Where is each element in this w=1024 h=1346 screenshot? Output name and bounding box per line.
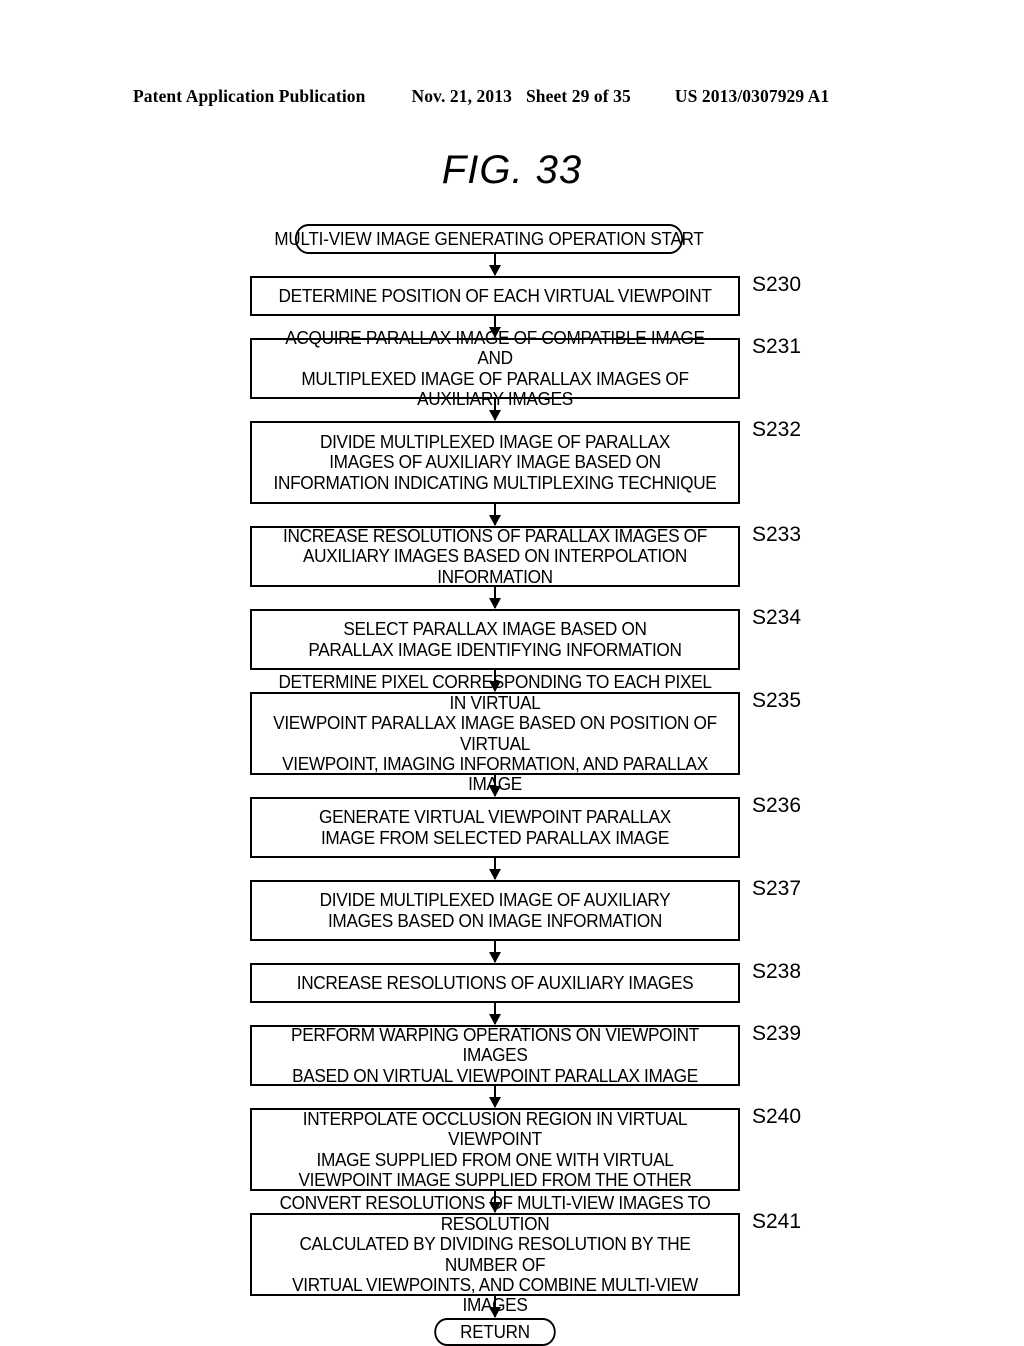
step-number-s230: S230	[752, 273, 802, 296]
flow-start-label: MULTI-VIEW IMAGE GENERATING OPERATION ST…	[274, 228, 704, 250]
process-node-s239: PERFORM WARPING OPERATIONS ON VIEWPOINT …	[250, 1023, 740, 1086]
step-number-s235: S235	[752, 689, 802, 712]
process-node-s231: ACQUIRE PARALLAX IMAGE OF COMPATIBLE IMA…	[250, 327, 740, 409]
flow-arrow	[493, 399, 497, 420]
flow-return-terminator: RETURN	[434, 1318, 556, 1346]
process-node-s233: INCREASE RESOLUTIONS OF PARALLAX IMAGES …	[250, 524, 740, 587]
flow-arrow	[493, 1296, 497, 1317]
flow-arrow	[493, 775, 497, 796]
process-node-s234: SELECT PARALLAX IMAGE BASED ON PARALLAX …	[250, 609, 740, 670]
process-node-s236: GENERATE VIRTUAL VIEWPOINT PARALLAX IMAG…	[250, 797, 740, 858]
process-node-label: DIVIDE MULTIPLEXED IMAGE OF AUXILIARY IM…	[319, 889, 671, 931]
process-node-label: PERFORM WARPING OPERATIONS ON VIEWPOINT …	[291, 1023, 699, 1086]
process-node-label: SELECT PARALLAX IMAGE BASED ON PARALLAX …	[308, 618, 682, 660]
process-node-s240: INTERPOLATE OCCLUSION REGION IN VIRTUAL …	[250, 1108, 740, 1191]
step-number-s238: S238	[752, 960, 802, 983]
process-node-s238: INCREASE RESOLUTIONS OF AUXILIARY IMAGES	[250, 963, 740, 1003]
step-number-s239: S239	[752, 1022, 802, 1045]
step-number-s241: S241	[752, 1210, 802, 1233]
process-node-s241: CONVERT RESOLUTIONS OF MULTI-VIEW IMAGES…	[250, 1193, 740, 1315]
flow-start-terminator: MULTI-VIEW IMAGE GENERATING OPERATION ST…	[274, 224, 704, 254]
process-node-s235: DETERMINE PIXEL CORRESPONDING TO EACH PI…	[250, 672, 740, 794]
process-node-label: GENERATE VIRTUAL VIEWPOINT PARALLAX IMAG…	[319, 806, 671, 848]
step-number-s240: S240	[752, 1105, 802, 1128]
flow-arrow	[493, 587, 497, 608]
process-node-s232: DIVIDE MULTIPLEXED IMAGE OF PARALLAX IMA…	[250, 421, 740, 504]
process-node-label: DIVIDE MULTIPLEXED IMAGE OF PARALLAX IMA…	[273, 430, 717, 493]
flow-arrow	[493, 858, 497, 879]
flow-return-label: RETURN	[460, 1321, 530, 1343]
flow-arrow	[493, 254, 497, 275]
step-number-s236: S236	[752, 794, 802, 817]
step-number-s237: S237	[752, 877, 802, 900]
process-node-label: DETERMINE POSITION OF EACH VIRTUAL VIEWP…	[278, 284, 712, 306]
flow-arrow	[493, 1086, 497, 1107]
flow-arrow	[493, 941, 497, 962]
step-number-s231: S231	[752, 335, 802, 358]
flow-arrow	[493, 1003, 497, 1024]
flowchart-diagram: MULTI-VIEW IMAGE GENERATING OPERATION ST…	[0, 0, 1024, 1346]
process-node-label: INTERPOLATE OCCLUSION REGION IN VIRTUAL …	[298, 1107, 692, 1190]
flow-arrow	[493, 504, 497, 525]
step-number-s233: S233	[752, 523, 802, 546]
process-node-label: ACQUIRE PARALLAX IMAGE OF COMPATIBLE IMA…	[285, 326, 705, 409]
process-node-label: INCREASE RESOLUTIONS OF AUXILIARY IMAGES	[296, 971, 694, 993]
process-node-label: INCREASE RESOLUTIONS OF PARALLAX IMAGES …	[283, 524, 707, 587]
step-number-s234: S234	[752, 606, 802, 629]
step-number-s232: S232	[752, 418, 802, 441]
process-node-s237: DIVIDE MULTIPLEXED IMAGE OF AUXILIARY IM…	[250, 880, 740, 941]
process-node-s230: DETERMINE POSITION OF EACH VIRTUAL VIEWP…	[250, 276, 740, 316]
